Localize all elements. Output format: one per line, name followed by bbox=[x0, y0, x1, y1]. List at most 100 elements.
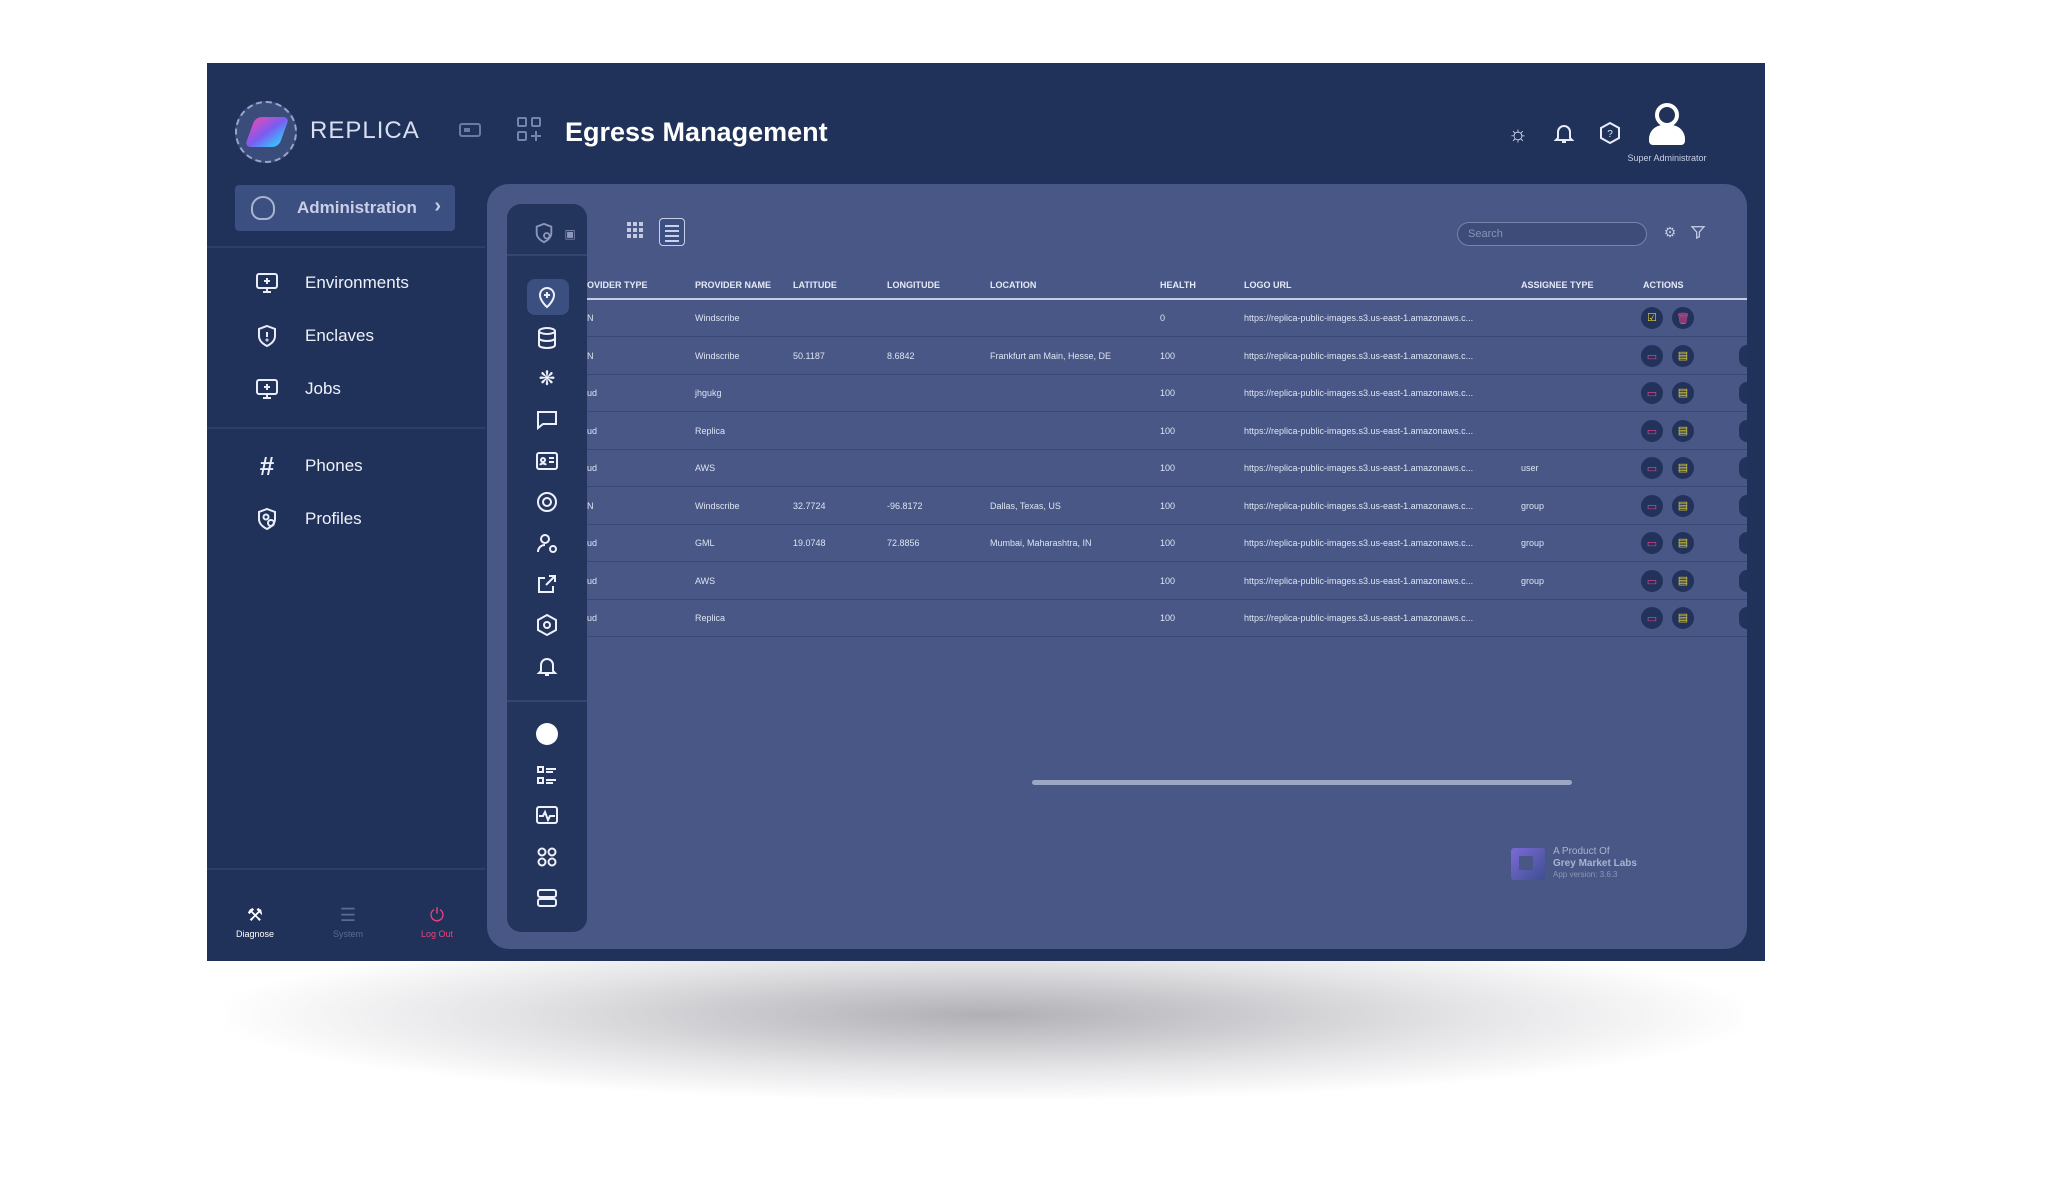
user-search-icon[interactable] bbox=[535, 531, 559, 555]
target-location-icon[interactable] bbox=[535, 490, 559, 514]
message-icon[interactable]: ▭ bbox=[1641, 344, 1663, 367]
approve-icon[interactable]: ☑ bbox=[1641, 307, 1663, 329]
grey-market-labs-logo-icon bbox=[1511, 848, 1545, 880]
system-button[interactable]: ☰ System bbox=[318, 905, 378, 939]
message-icon[interactable]: ▭ bbox=[1641, 494, 1663, 517]
page-title: Egress Management bbox=[565, 117, 828, 147]
table-row[interactable]: ud AWS 100 https://replica-public-images.s3… bbox=[587, 450, 1747, 487]
more-actions-icon[interactable] bbox=[1739, 532, 1747, 554]
cell-name: Windscribe bbox=[695, 500, 740, 511]
settings-filter-icon[interactable]: ⚙ bbox=[1662, 224, 1678, 240]
circles-grid-icon[interactable] bbox=[535, 845, 559, 869]
document-icon[interactable]: ▤ bbox=[1672, 457, 1694, 479]
chat-icon[interactable] bbox=[535, 408, 559, 432]
diagnose-button[interactable]: ⚒ Diagnose bbox=[225, 905, 285, 939]
more-actions-icon[interactable] bbox=[1739, 457, 1747, 479]
col-longitude[interactable]: LONGITUDE bbox=[887, 280, 940, 290]
cell-health: 100 bbox=[1160, 350, 1176, 361]
cell-assignee: group bbox=[1521, 500, 1545, 511]
sidebar-divider bbox=[207, 427, 485, 429]
filter-icon[interactable] bbox=[1690, 224, 1706, 240]
cell-health: 100 bbox=[1160, 425, 1176, 436]
rail-divider bbox=[507, 700, 587, 702]
message-icon[interactable]: ▭ bbox=[1641, 532, 1663, 554]
more-actions-icon[interactable] bbox=[1739, 382, 1747, 404]
logout-icon: ⏻ bbox=[429, 905, 445, 925]
more-actions-icon[interactable] bbox=[1739, 494, 1747, 517]
list-view-toggle[interactable] bbox=[659, 218, 685, 246]
col-provider-type[interactable]: OVIDER TYPE bbox=[587, 280, 648, 290]
cell-logo: https://replica-public-images.s3.us-east… bbox=[1244, 575, 1474, 586]
database-icon[interactable] bbox=[535, 326, 559, 350]
cell-lat: 19.0748 bbox=[793, 538, 826, 548]
cell-type: N bbox=[587, 313, 594, 323]
col-logo-url[interactable]: LOGO URL bbox=[1244, 280, 1292, 290]
bell-icon[interactable] bbox=[535, 654, 559, 678]
col-location[interactable]: LOCATION bbox=[990, 280, 1036, 290]
document-icon[interactable]: ▤ bbox=[1672, 494, 1694, 517]
col-assignee-type[interactable]: ASSIGNEE TYPE bbox=[1521, 280, 1594, 290]
external-link-icon[interactable] bbox=[535, 572, 559, 596]
col-health[interactable]: HEALTH bbox=[1160, 280, 1196, 290]
cell-lat: 50.1187 bbox=[793, 350, 825, 361]
horizontal-scrollbar[interactable] bbox=[1032, 780, 1572, 785]
document-icon[interactable]: ▤ bbox=[1672, 532, 1694, 554]
cell-name: GML bbox=[695, 538, 715, 548]
cell-health: 100 bbox=[1160, 463, 1176, 473]
message-icon[interactable]: ▭ bbox=[1641, 569, 1663, 592]
document-icon[interactable]: ▤ bbox=[1672, 382, 1694, 404]
apps-grid-icon[interactable] bbox=[517, 117, 545, 145]
administration-button[interactable]: Administration › bbox=[235, 185, 455, 231]
more-actions-icon[interactable] bbox=[1739, 419, 1747, 442]
document-icon[interactable]: ▤ bbox=[1672, 344, 1694, 367]
grid-view-toggle[interactable] bbox=[627, 222, 645, 240]
replica-logo-icon[interactable] bbox=[235, 101, 297, 163]
search-input[interactable]: Search bbox=[1457, 222, 1647, 246]
hash-icon: # bbox=[259, 451, 275, 481]
notifications-bell-icon[interactable] bbox=[1551, 121, 1577, 147]
shield-settings-icon[interactable] bbox=[533, 222, 555, 246]
storage-icon[interactable] bbox=[535, 886, 559, 910]
activity-monitor-icon[interactable] bbox=[535, 804, 559, 828]
collapse-sidebar-icon[interactable] bbox=[459, 123, 481, 137]
cell-location: Frankfurt am Main, Hesse, DE bbox=[990, 350, 1112, 361]
document-icon[interactable]: ▤ bbox=[1672, 607, 1694, 629]
more-actions-icon[interactable] bbox=[1739, 344, 1747, 367]
document-icon[interactable]: ▤ bbox=[1672, 569, 1694, 592]
collapse-rail-icon[interactable]: ▣ bbox=[563, 222, 577, 246]
list-icon[interactable] bbox=[535, 763, 559, 787]
cell-health: 100 bbox=[1160, 538, 1176, 548]
table-row[interactable]: ud Replica 100 https://replica-public-image… bbox=[587, 413, 1747, 450]
app-window: REPLICA Egress Management ☼ ? Super Admi… bbox=[207, 63, 1765, 961]
id-card-icon[interactable] bbox=[535, 449, 559, 473]
table-row[interactable]: ud GML 19.0748 72.8856 Mumbai, Maharashtra, … bbox=[587, 525, 1747, 562]
location-plus-icon[interactable] bbox=[535, 285, 559, 309]
logout-button[interactable]: ⏻ Log Out bbox=[407, 905, 467, 939]
cell-type: N bbox=[587, 350, 594, 361]
user-avatar-icon[interactable] bbox=[1647, 103, 1687, 147]
table-row[interactable]: ud Replica 100 https://replica-public-image… bbox=[587, 600, 1747, 637]
cell-assignee: group bbox=[1521, 575, 1545, 586]
hexagon-network-icon[interactable]: ❋ bbox=[535, 367, 559, 391]
more-actions-icon[interactable] bbox=[1739, 607, 1747, 629]
more-actions-icon[interactable] bbox=[1739, 569, 1747, 592]
cell-location: Dallas, Texas, US bbox=[990, 500, 1061, 511]
hexagon-settings-icon[interactable] bbox=[535, 613, 559, 637]
table-row[interactable]: ud jhgukg 100 https://replica-public-images… bbox=[587, 375, 1747, 412]
col-latitude[interactable]: LATITUDE bbox=[793, 280, 837, 290]
col-provider-name[interactable]: PROVIDER NAME bbox=[695, 280, 771, 290]
cell-logo: https://replica-public-images.s3.us-east… bbox=[1244, 350, 1474, 361]
message-icon[interactable]: ▭ bbox=[1641, 607, 1663, 629]
table-row[interactable]: ud AWS 100 https://replica-public-images.s3… bbox=[587, 563, 1747, 600]
message-icon[interactable]: ▭ bbox=[1641, 382, 1663, 404]
table-row[interactable]: N Windscribe 50.1187 8.6842 Frankfurt am Mai… bbox=[587, 338, 1747, 375]
help-icon[interactable]: ? bbox=[1597, 121, 1623, 147]
theme-toggle-icon[interactable]: ☼ bbox=[1505, 121, 1531, 147]
message-icon[interactable]: ▭ bbox=[1641, 457, 1663, 479]
delete-icon[interactable]: 🗑 bbox=[1672, 307, 1694, 329]
table-row[interactable]: N Windscribe 0 https://replica-public-image… bbox=[587, 300, 1747, 337]
message-icon[interactable]: ▭ bbox=[1641, 419, 1663, 442]
circle-icon[interactable] bbox=[535, 722, 559, 746]
table-row[interactable]: N Windscribe 32.7724 -96.8172 Dallas, Texas,… bbox=[587, 488, 1747, 525]
document-icon[interactable]: ▤ bbox=[1672, 419, 1694, 442]
